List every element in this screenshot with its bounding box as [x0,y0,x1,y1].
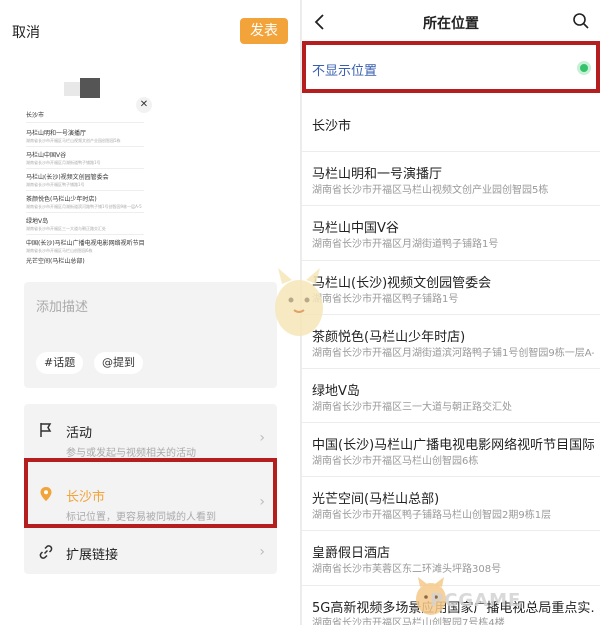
location-item[interactable]: 马栏山中国V谷 湖南省长沙市开福区月湖街道鸭子铺路1号 [302,205,600,260]
chevron-right-icon: › [259,430,265,446]
location-address: 湖南省长沙市开福区鸭子铺路马栏山创智园2期9栋1层 [312,510,552,521]
location-name: 长沙市 [312,119,352,134]
location-address: 湖南省长沙市开福区马栏山创智园7号栋4楼 [312,618,505,625]
description-placeholder: 添加描述 [36,300,89,315]
location-name: 绿地V岛 [312,384,360,399]
mention-chip[interactable]: @提到 [94,352,143,374]
page-title: 所在位置 [423,16,479,32]
no-display-location-option[interactable]: 不显示位置 [312,60,377,79]
location-name: 马栏山明和一号演播厅 [312,167,443,182]
selected-radio-icon [577,61,591,75]
location-picker-panel: 所在位置 不显示位置 长沙市 马栏山明和一号演播厅 湖南省长沙市开福区马栏山视频… [302,0,600,625]
preview-item: 马栏山明和一号演播厅 湖南省长沙市开福区马栏山视频文创产业园创智园5栋 [26,130,121,143]
flag-icon [40,423,52,437]
activity-title: 活动 [66,426,93,441]
video-preview[interactable]: 长沙市 马栏山明和一号演播厅 湖南省长沙市开福区马栏山视频文创产业园创智园5栋 … [26,98,146,265]
activity-subtitle: 参与或发起与视频相关的活动 [66,448,196,459]
cancel-button[interactable]: 取消 [12,22,40,42]
search-icon[interactable] [572,12,590,30]
publish-button[interactable]: 发表 [240,18,288,44]
location-address: 湖南省长沙市开福区鸭子铺路1号 [312,294,459,305]
preview-item: 中国(长沙)马栏山广播电视电影网络视听节目国际… 湖南省长沙市开福区马栏山创智园… [26,240,144,253]
mascot-watermark-icon [275,268,323,336]
location-address: 湖南省长沙市开福区月湖街道鸭子铺路1号 [312,239,499,250]
location-item[interactable]: 长沙市 [302,93,600,151]
location-item[interactable]: 皇爵假日酒店 湖南省长沙市芙蓉区东二环滩头坪路308号 [302,530,600,585]
location-item[interactable]: 马栏山(长沙)视频文创园管委会 湖南省长沙市开福区鸭子铺路1号 [302,260,600,314]
topic-chip[interactable]: #话题 [36,352,84,374]
video-thumbnail-icon [64,78,100,98]
location-item[interactable]: 中国(长沙)马栏山广播电视电影网络视听节目国际… 湖南省长沙市开福区马栏山创智园… [302,422,600,476]
description-input[interactable]: 添加描述 #话题 @提到 [24,282,277,388]
location-item[interactable]: 马栏山明和一号演播厅 湖南省长沙市开福区马栏山视频文创产业园创智园5栋 [302,151,600,205]
location-address: 湖南省长沙市芙蓉区东二环滩头坪路308号 [312,564,502,575]
preview-item: 光芒空间(马栏山总部) [26,258,85,265]
preview-item: 马栏山(长沙)视频文创园管委会 湖南省长沙市开福区鸭子铺路1号 [26,174,109,187]
location-item[interactable]: 绿地V岛 湖南省长沙市开福区三一大道与朝正路交汇处 [302,368,600,422]
location-highlight-box [24,458,277,528]
chevron-right-icon: › [259,544,265,560]
location-name: 中国(长沙)马栏山广播电视电影网络视听节目国际… [312,438,594,453]
location-name: 光芒空间(马栏山总部) [312,492,440,507]
location-address: 湖南省长沙市开福区三一大道与朝正路交汇处 [312,402,512,413]
preview-item: 茶颜悦色(马栏山少年时店) 湖南省长沙市开福区月湖街道滨河路鸭子铺1号创智园9栋… [26,196,142,209]
location-address: 湖南省长沙市开福区马栏山创智园6栋 [312,456,479,467]
location-name: 茶颜悦色(马栏山少年时店) [312,330,466,345]
location-name: 皇爵假日酒店 [312,546,391,561]
extend-link-option[interactable]: 扩展链接 › [24,530,277,574]
location-address: 湖南省长沙市开福区马栏山视频文创产业园创智园5栋 [312,185,549,196]
extend-link-title: 扩展链接 [66,548,119,563]
location-name: 马栏山(长沙)视频文创园管委会 [312,276,492,291]
location-item[interactable]: 茶颜悦色(马栏山少年时店) 湖南省长沙市开福区月湖街道滨河路鸭子铺1号创智园9栋… [302,314,600,368]
preview-item: 长沙市 [26,112,45,119]
location-name: 马栏山中国V谷 [312,221,399,236]
link-icon [39,545,53,559]
location-address: 湖南省长沙市开福区月湖街道滨河路鸭子铺1号创智园9栋一层A-5… [312,348,594,359]
preview-item: 马栏山中国V谷 湖南省长沙市开福区月湖街道鸭子铺路1号 [26,152,101,165]
preview-item: 绿地V岛 湖南省长沙市开福区三一大道与朝正路交汇处 [26,218,106,231]
compose-panel: 取消 发表 ✕ 长沙市 马栏山明和一号演播厅 湖南省长沙市开福区马栏山视频文创产… [0,0,300,625]
activity-option[interactable]: 活动 参与或发起与视频相关的活动 › [24,404,277,459]
watermark-text: PCGAME [430,590,522,611]
location-item[interactable]: 光芒空间(马栏山总部) 湖南省长沙市开福区鸭子铺路马栏山创智园2期9栋1层 [302,476,600,530]
